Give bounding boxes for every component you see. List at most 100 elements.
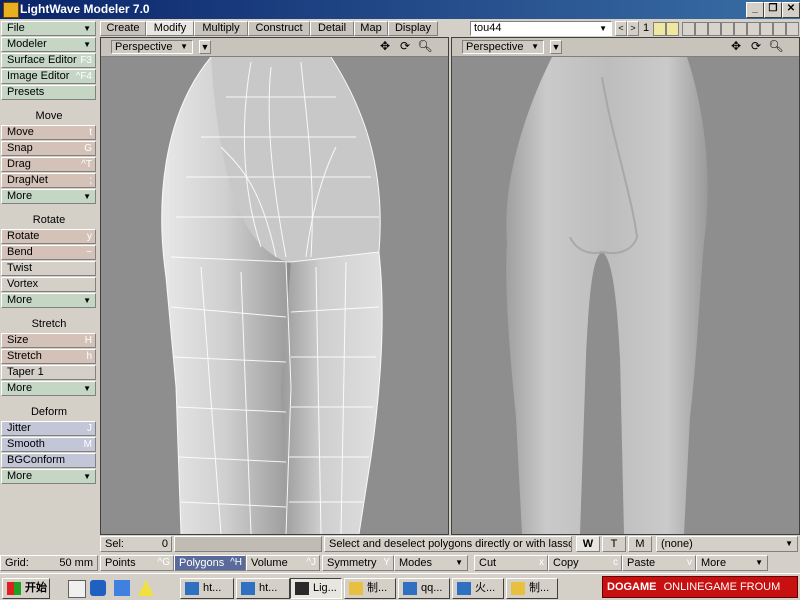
grid-label: Grid: xyxy=(5,557,29,569)
vortex-tool-button[interactable]: Vortex xyxy=(1,277,96,292)
object-selector[interactable]: tou44 ▼ xyxy=(470,21,612,36)
taskbar-item[interactable]: 制... xyxy=(344,578,396,599)
taper-tool-button[interactable]: Taper 1 xyxy=(1,365,96,380)
modeler-menu-button[interactable]: Modeler ▼ xyxy=(1,37,96,52)
viewport-left-view-select[interactable]: Perspective ▼ xyxy=(111,40,193,54)
move-tool-button[interactable]: Move t xyxy=(1,125,96,140)
more-label: More xyxy=(701,557,727,569)
layer-4[interactable] xyxy=(708,22,721,36)
stretch-tool-button[interactable]: Stretch h xyxy=(1,349,96,364)
copy-button[interactable]: Copy c xyxy=(548,555,622,571)
tab-modify[interactable]: Modify xyxy=(146,21,194,36)
taskbar-item[interactable]: ht... xyxy=(236,578,290,599)
modeler-label: Modeler xyxy=(7,38,47,50)
render-style-button[interactable]: ▼ xyxy=(550,40,562,54)
copy-label: Copy xyxy=(553,557,579,569)
next-layer-button[interactable]: > xyxy=(627,21,639,36)
move-more-button[interactable]: More ▼ xyxy=(1,189,96,204)
tab-construct[interactable]: Construct xyxy=(248,21,310,36)
texture-map-button[interactable]: T xyxy=(602,536,626,552)
layer-7[interactable] xyxy=(747,22,760,36)
layer-2[interactable] xyxy=(682,22,695,36)
minimize-button[interactable]: _ xyxy=(746,2,764,18)
layer-9[interactable] xyxy=(773,22,786,36)
weight-map-button[interactable]: W xyxy=(576,536,600,552)
volume-mode-button[interactable]: Volume ^J xyxy=(246,555,320,571)
tab-map[interactable]: Map xyxy=(354,21,388,36)
start-button[interactable]: 开始 xyxy=(2,578,50,599)
presets-button[interactable]: Presets xyxy=(1,85,96,100)
layer-5[interactable] xyxy=(721,22,734,36)
layer-6[interactable] xyxy=(734,22,747,36)
chevron-down-icon: ▼ xyxy=(531,42,539,51)
task-label: 制... xyxy=(529,582,550,594)
move-section-title: Move xyxy=(35,110,63,122)
rotate-tool-button[interactable]: Rotate y xyxy=(1,229,96,244)
viewport-left[interactable]: Perspective ▼ ▼ ✥ ⟳ 🔍︎ xyxy=(100,37,449,535)
modes-label: Modes xyxy=(399,557,433,569)
close-button[interactable]: ✕ xyxy=(782,2,800,18)
shortcut-label: y xyxy=(87,231,92,242)
browser-icon[interactable] xyxy=(90,580,106,596)
prev-layer-button[interactable]: < xyxy=(615,21,627,36)
layer-1-fg[interactable] xyxy=(653,22,666,36)
morph-map-button[interactable]: M xyxy=(628,536,652,552)
snap-tool-button[interactable]: Snap G xyxy=(1,141,96,156)
drag-tool-button[interactable]: Drag ^T xyxy=(1,157,96,172)
cut-button[interactable]: Cut x xyxy=(474,555,548,571)
jitter-tool-button[interactable]: Jitter J xyxy=(1,421,96,436)
chevron-down-icon: ▼ xyxy=(83,40,91,49)
file-menu-button[interactable]: File ▼ xyxy=(1,21,96,36)
sel-value: 0 xyxy=(161,538,168,550)
tab-multiply[interactable]: Multiply xyxy=(194,21,248,36)
polygons-mode-button[interactable]: Polygons ^H xyxy=(174,555,246,571)
layer-8[interactable] xyxy=(760,22,773,36)
modes-dropdown[interactable]: Modes ▼ xyxy=(394,555,468,571)
deform-more-button[interactable]: More ▼ xyxy=(1,469,96,484)
layer-3[interactable] xyxy=(695,22,708,36)
folder-icon xyxy=(511,582,525,595)
rotate-section-title: Rotate xyxy=(32,214,66,226)
tool-label: Vortex xyxy=(7,278,39,290)
document-icon[interactable] xyxy=(68,580,86,598)
tab-create[interactable]: Create xyxy=(100,21,146,36)
dragnet-tool-button[interactable]: DragNet; xyxy=(1,173,96,188)
paste-button[interactable]: Paste v xyxy=(622,555,696,571)
move-view-icon[interactable]: ✥ xyxy=(728,40,744,54)
layer-10[interactable] xyxy=(786,22,799,36)
layer-1-bg[interactable] xyxy=(666,22,679,36)
twist-tool-button[interactable]: Twist xyxy=(1,261,96,276)
symmetry-toggle[interactable]: Symmetry Y xyxy=(322,555,394,571)
surface-editor-button[interactable]: Surface Editor F3 xyxy=(1,53,96,68)
shortcut-label: c xyxy=(613,557,618,568)
taskbar-item-active[interactable]: Lig... xyxy=(290,578,342,599)
numeric-field[interactable] xyxy=(174,536,322,552)
zoom-view-icon[interactable]: 🔍︎ xyxy=(768,40,784,54)
ie-icon[interactable] xyxy=(114,580,130,596)
zoom-view-icon[interactable]: 🔍︎ xyxy=(417,40,433,54)
more-dropdown[interactable]: More ▼ xyxy=(696,555,768,571)
rotate-view-icon[interactable]: ⟳ xyxy=(397,40,413,54)
points-mode-button[interactable]: Points ^G xyxy=(100,555,174,571)
warning-icon[interactable] xyxy=(138,580,154,596)
rotate-more-button[interactable]: More ▼ xyxy=(1,293,96,308)
rotate-view-icon[interactable]: ⟳ xyxy=(748,40,764,54)
viewport-right[interactable]: Perspective ▼ ▼ ✥ ⟳ 🔍︎ xyxy=(451,37,800,535)
tab-detail[interactable]: Detail xyxy=(310,21,354,36)
smooth-tool-button[interactable]: Smooth M xyxy=(1,437,96,452)
taskbar-item[interactable]: ht... xyxy=(180,578,234,599)
move-view-icon[interactable]: ✥ xyxy=(377,40,393,54)
bend-tool-button[interactable]: Bend ~ xyxy=(1,245,96,260)
taskbar-item[interactable]: 火... xyxy=(452,578,504,599)
stretch-more-button[interactable]: More ▼ xyxy=(1,381,96,396)
surface-map-select[interactable]: (none) ▼ xyxy=(656,536,798,552)
render-style-button[interactable]: ▼ xyxy=(199,40,211,54)
image-editor-button[interactable]: Image Editor ^F4 xyxy=(1,69,96,84)
viewport-right-view-select[interactable]: Perspective ▼ xyxy=(462,40,544,54)
restore-button[interactable]: ❐ xyxy=(764,2,782,18)
taskbar-item[interactable]: qq... xyxy=(398,578,450,599)
bgconform-tool-button[interactable]: BGConform xyxy=(1,453,96,468)
tab-display[interactable]: Display xyxy=(388,21,438,36)
taskbar-item[interactable]: 制... xyxy=(506,578,558,599)
size-tool-button[interactable]: Size H xyxy=(1,333,96,348)
